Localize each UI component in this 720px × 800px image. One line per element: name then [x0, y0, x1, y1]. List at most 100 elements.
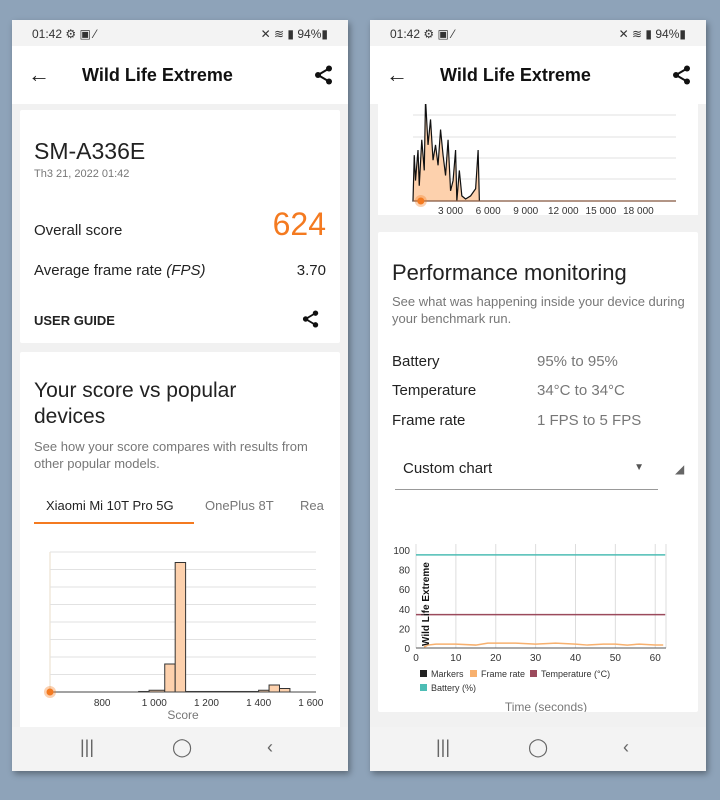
x-tick-label: 10	[450, 653, 462, 664]
legend-swatch	[420, 684, 427, 691]
y-tick-label: 40	[399, 605, 411, 616]
fps-unit: (FPS)	[166, 262, 206, 279]
edit-icon[interactable]: ◢	[675, 462, 684, 476]
dropdown-value: Custom chart	[403, 460, 493, 477]
tab-xiaomi-mi-10t-pro-5g[interactable]: Xiaomi Mi 10T Pro 5G	[34, 490, 194, 524]
x-tick-label: 6 000	[476, 206, 501, 215]
battery-icon: ▮	[321, 27, 328, 41]
tab-rea[interactable]: Rea	[300, 498, 324, 513]
battery-level: 94%	[655, 27, 680, 41]
nav-back-icon[interactable]: ‹	[267, 737, 273, 758]
clock: 01:42	[32, 27, 63, 41]
result-date: Th3 21, 2022 01:42	[34, 168, 130, 180]
score-histogram: 800 1 000 1 200 1 400 1 600Score	[44, 551, 324, 722]
performance-card: Performance monitoring See what was happ…	[378, 232, 698, 712]
user-guide-link[interactable]: USER GUIDE	[34, 313, 115, 328]
caret-down-icon: ▼	[634, 462, 644, 473]
x-tick-label: 20	[490, 653, 502, 664]
share-icon[interactable]	[314, 65, 334, 85]
fps-label: Average frame rate	[34, 262, 163, 279]
home-icon[interactable]: ◯	[172, 737, 192, 758]
legend-swatch	[470, 670, 477, 677]
page-title: Wild Life Extreme	[82, 65, 233, 85]
legend-label: Battery (%)	[431, 683, 476, 693]
performance-chart: 0 10 20 30 40 50 60 0 20 40 60 80 100 Wild Life Extre…	[393, 544, 667, 712]
x-axis-label: Score	[167, 708, 199, 722]
section-subtitle: See how your score compares with results…	[34, 439, 308, 471]
x-tick-label: 15 000	[586, 206, 617, 215]
score-marker	[417, 197, 425, 205]
histogram-bar	[268, 684, 280, 693]
x-axis-label: Time (seconds)	[505, 700, 587, 712]
signal-icon: ▮	[645, 27, 653, 41]
x-tick-label: 30	[530, 653, 542, 664]
page-title: Wild Life Extreme	[440, 65, 591, 85]
clock: 01:42	[390, 27, 421, 41]
section-subtitle: See what was happening inside your devic…	[392, 294, 685, 326]
back-arrow-icon[interactable]: ←	[386, 62, 408, 88]
x-tick-label: 1 000	[142, 698, 167, 709]
comparison-card: Your score vs popular devices See how yo…	[20, 352, 340, 732]
x-tick-label: 3 000	[438, 206, 463, 215]
legend-swatch	[530, 670, 537, 677]
fps-value: 3.70	[296, 262, 326, 279]
signal-icon: ▮	[287, 27, 295, 41]
score-marker	[46, 688, 54, 696]
phone-screen-right: 01:42 ⚙ ▣ ⁄ ✕ ≋ ▮ 94%▮ 3 000 6 000 9 000 12…	[370, 20, 706, 771]
histogram-bar	[164, 663, 176, 693]
wand-icon: ⁄	[94, 27, 97, 41]
x-tick-label: 800	[94, 698, 111, 709]
x-tick-label: 18 000	[623, 206, 654, 215]
series-line	[423, 642, 664, 648]
overall-score-label: Overall score	[34, 222, 123, 239]
y-tick-label: 0	[404, 644, 410, 655]
app-header: ← Wild Life Extreme	[12, 46, 348, 104]
temperature-value: 34°C to 34°C	[537, 382, 625, 399]
nav-bar: ||| ◯ ‹	[12, 727, 348, 771]
legend-label: Frame rate	[481, 669, 525, 679]
battery-level: 94%	[297, 27, 322, 41]
y-tick-label: 80	[399, 566, 411, 577]
gear-icon: ⚙	[65, 27, 77, 41]
legend-label: Temperature (°C)	[541, 669, 610, 679]
section-title: Your score vs popular devices	[34, 379, 237, 428]
x-tick-label: 1 400	[246, 698, 271, 709]
y-tick-label: 100	[393, 546, 410, 557]
section-title: Performance monitoring	[392, 260, 627, 285]
recents-icon[interactable]: |||	[436, 737, 450, 758]
y-tick-label: 20	[399, 624, 411, 635]
score-distribution-chart: 3 0006 0009 00012 00015 00018 000Score	[412, 104, 676, 215]
status-bar: 01:42 ⚙ ▣ ⁄ ✕ ≋ ▮ 94%▮	[12, 20, 348, 46]
battery-label: Battery	[392, 353, 440, 370]
overall-score-value: 624	[272, 206, 326, 242]
home-icon[interactable]: ◯	[528, 737, 548, 758]
frame-rate-value: 1 FPS to 5 FPS	[537, 412, 642, 429]
wifi-icon: ≋	[274, 27, 285, 41]
status-bar: 01:42 ⚙ ▣ ⁄ ✕ ≋ ▮ 94%▮	[370, 20, 706, 46]
result-card: SM-A336E Th3 21, 2022 01:42 Overall scor…	[20, 110, 340, 343]
distribution-area	[412, 104, 676, 202]
back-arrow-icon[interactable]: ←	[28, 62, 50, 88]
histogram-bar	[174, 562, 187, 693]
x-tick-label: 12 000	[548, 206, 579, 215]
app-header: ← Wild Life Extreme	[370, 46, 706, 104]
mute-icon: ✕	[618, 27, 629, 41]
histogram-bar	[278, 688, 291, 693]
image-icon: ▣	[437, 27, 449, 41]
share-icon[interactable]	[672, 65, 692, 85]
y-tick-label: 60	[399, 585, 411, 596]
recents-icon[interactable]: |||	[80, 737, 94, 758]
phone-screen-left: 01:42 ⚙ ▣ ⁄ ✕ ≋ ▮ 94%▮ ← Wild Life Extre…	[12, 20, 348, 771]
nav-bar: ||| ◯ ‹	[370, 727, 706, 771]
wand-icon: ⁄	[452, 27, 455, 41]
tab-oneplus-8t[interactable]: OnePlus 8T	[205, 498, 274, 513]
x-tick-label: 60	[650, 653, 662, 664]
nav-back-icon[interactable]: ‹	[623, 737, 629, 758]
histogram-card: 3 0006 0009 00012 00015 00018 000Score	[378, 104, 698, 215]
wifi-icon: ≋	[632, 27, 643, 41]
chart-type-dropdown[interactable]: Custom chart ▼	[395, 450, 658, 490]
legend-label: Markers	[431, 669, 464, 679]
x-tick-label: 50	[610, 653, 622, 664]
x-tick-label: 0	[413, 653, 419, 664]
share-icon[interactable]	[302, 310, 320, 328]
